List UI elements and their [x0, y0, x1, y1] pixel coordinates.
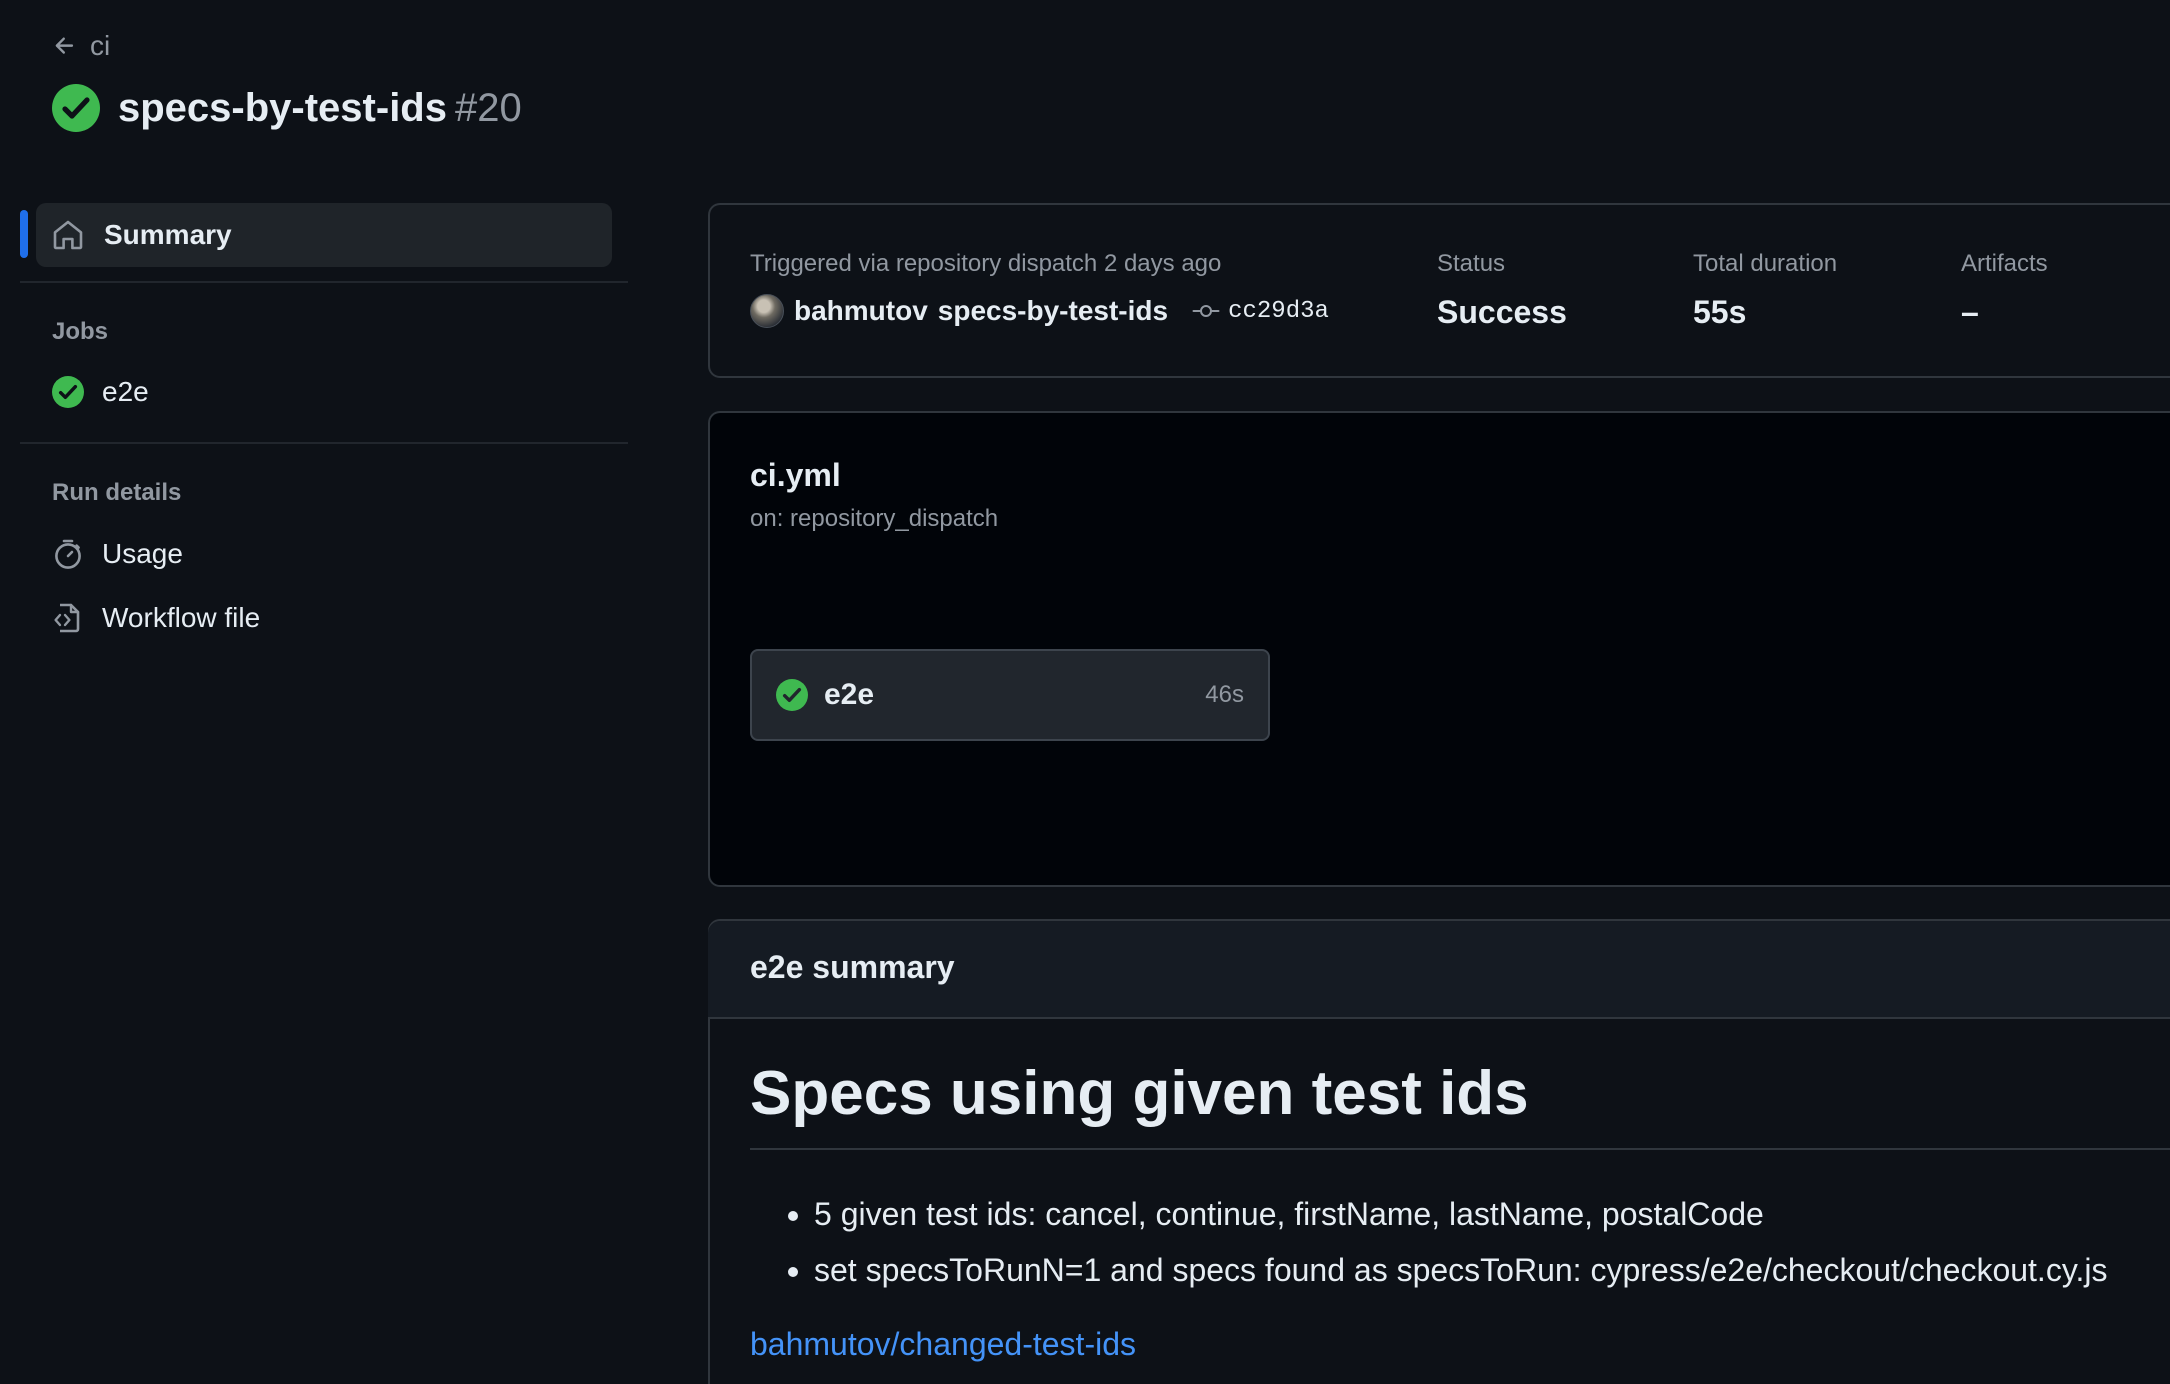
commit-sha: cc29d3a: [1228, 297, 1329, 325]
trigger-text: Triggered via repository dispatch 2 days…: [750, 250, 1222, 277]
sidebar-item-label: Workflow file: [102, 602, 261, 633]
page-title-row: specs-by-test-ids #20: [52, 84, 522, 132]
run-details-heading: Run details: [52, 479, 182, 506]
check-circle-fill-icon: [776, 679, 808, 711]
home-icon: [52, 219, 84, 251]
duration-label: Total duration: [1693, 250, 1838, 277]
sidebar-item-label: e2e: [102, 376, 149, 407]
page-title: specs-by-test-ids #20: [118, 86, 522, 131]
sidebar-item-usage[interactable]: Usage: [52, 538, 183, 570]
artifacts-value: –: [1961, 294, 1979, 330]
check-circle-fill-icon: [52, 84, 100, 132]
avatar[interactable]: [750, 294, 784, 328]
sidebar-item-workflow-file[interactable]: Workflow file: [52, 602, 260, 634]
check-circle-fill-icon: [52, 376, 84, 408]
sidebar-divider: [20, 281, 628, 283]
back-link[interactable]: ci: [52, 30, 110, 62]
duration-value: 55s: [1693, 294, 1747, 330]
jobs-heading: Jobs: [52, 318, 109, 345]
back-link-label: ci: [90, 30, 111, 61]
run-number: #20: [454, 85, 522, 130]
branch-name[interactable]: specs-by-test-ids: [938, 295, 1168, 327]
sidebar-item-label: Usage: [102, 538, 183, 569]
sidebar-item-job-e2e[interactable]: e2e: [52, 376, 149, 408]
summary-title: Specs using given test ids: [750, 1059, 1529, 1128]
artifacts-label: Artifacts: [1961, 250, 2048, 277]
actor-row: bahmutov specs-by-test-ids cc29d3a: [750, 294, 1329, 328]
repo-link[interactable]: bahmutov/changed-test-ids: [750, 1326, 1136, 1363]
workflow-run-title: specs-by-test-ids: [118, 85, 447, 130]
file-code-icon: [52, 602, 84, 634]
git-commit-icon: [1192, 301, 1220, 321]
actor-name[interactable]: bahmutov: [794, 295, 928, 327]
list-item: 5 given test ids: cancel, continue, firs…: [814, 1186, 2107, 1242]
run-info-panel: [708, 203, 2170, 378]
workflow-file-name[interactable]: ci.yml: [750, 457, 841, 494]
job-summary-heading: e2e summary: [750, 949, 955, 985]
active-indicator: [20, 210, 28, 258]
sidebar-divider: [20, 442, 628, 444]
arrow-left-icon: [52, 33, 78, 59]
workflow-event: on: repository_dispatch: [750, 505, 999, 532]
heading-rule: [750, 1148, 2170, 1150]
job-duration: 46s: [1205, 681, 1244, 708]
status-value: Success: [1437, 294, 1567, 330]
stopwatch-icon: [52, 538, 84, 570]
sidebar-item-label: Summary: [104, 219, 232, 250]
job-card-e2e[interactable]: e2e 46s: [750, 649, 1270, 741]
sidebar-item-summary[interactable]: Summary: [36, 203, 612, 267]
status-label: Status: [1437, 250, 1506, 277]
summary-bullet-list: 5 given test ids: cancel, continue, firs…: [750, 1186, 2107, 1298]
job-name: e2e: [824, 678, 875, 711]
list-item: set specsToRunN=1 and specs found as spe…: [814, 1242, 2107, 1298]
commit-link[interactable]: cc29d3a: [1192, 298, 1329, 325]
